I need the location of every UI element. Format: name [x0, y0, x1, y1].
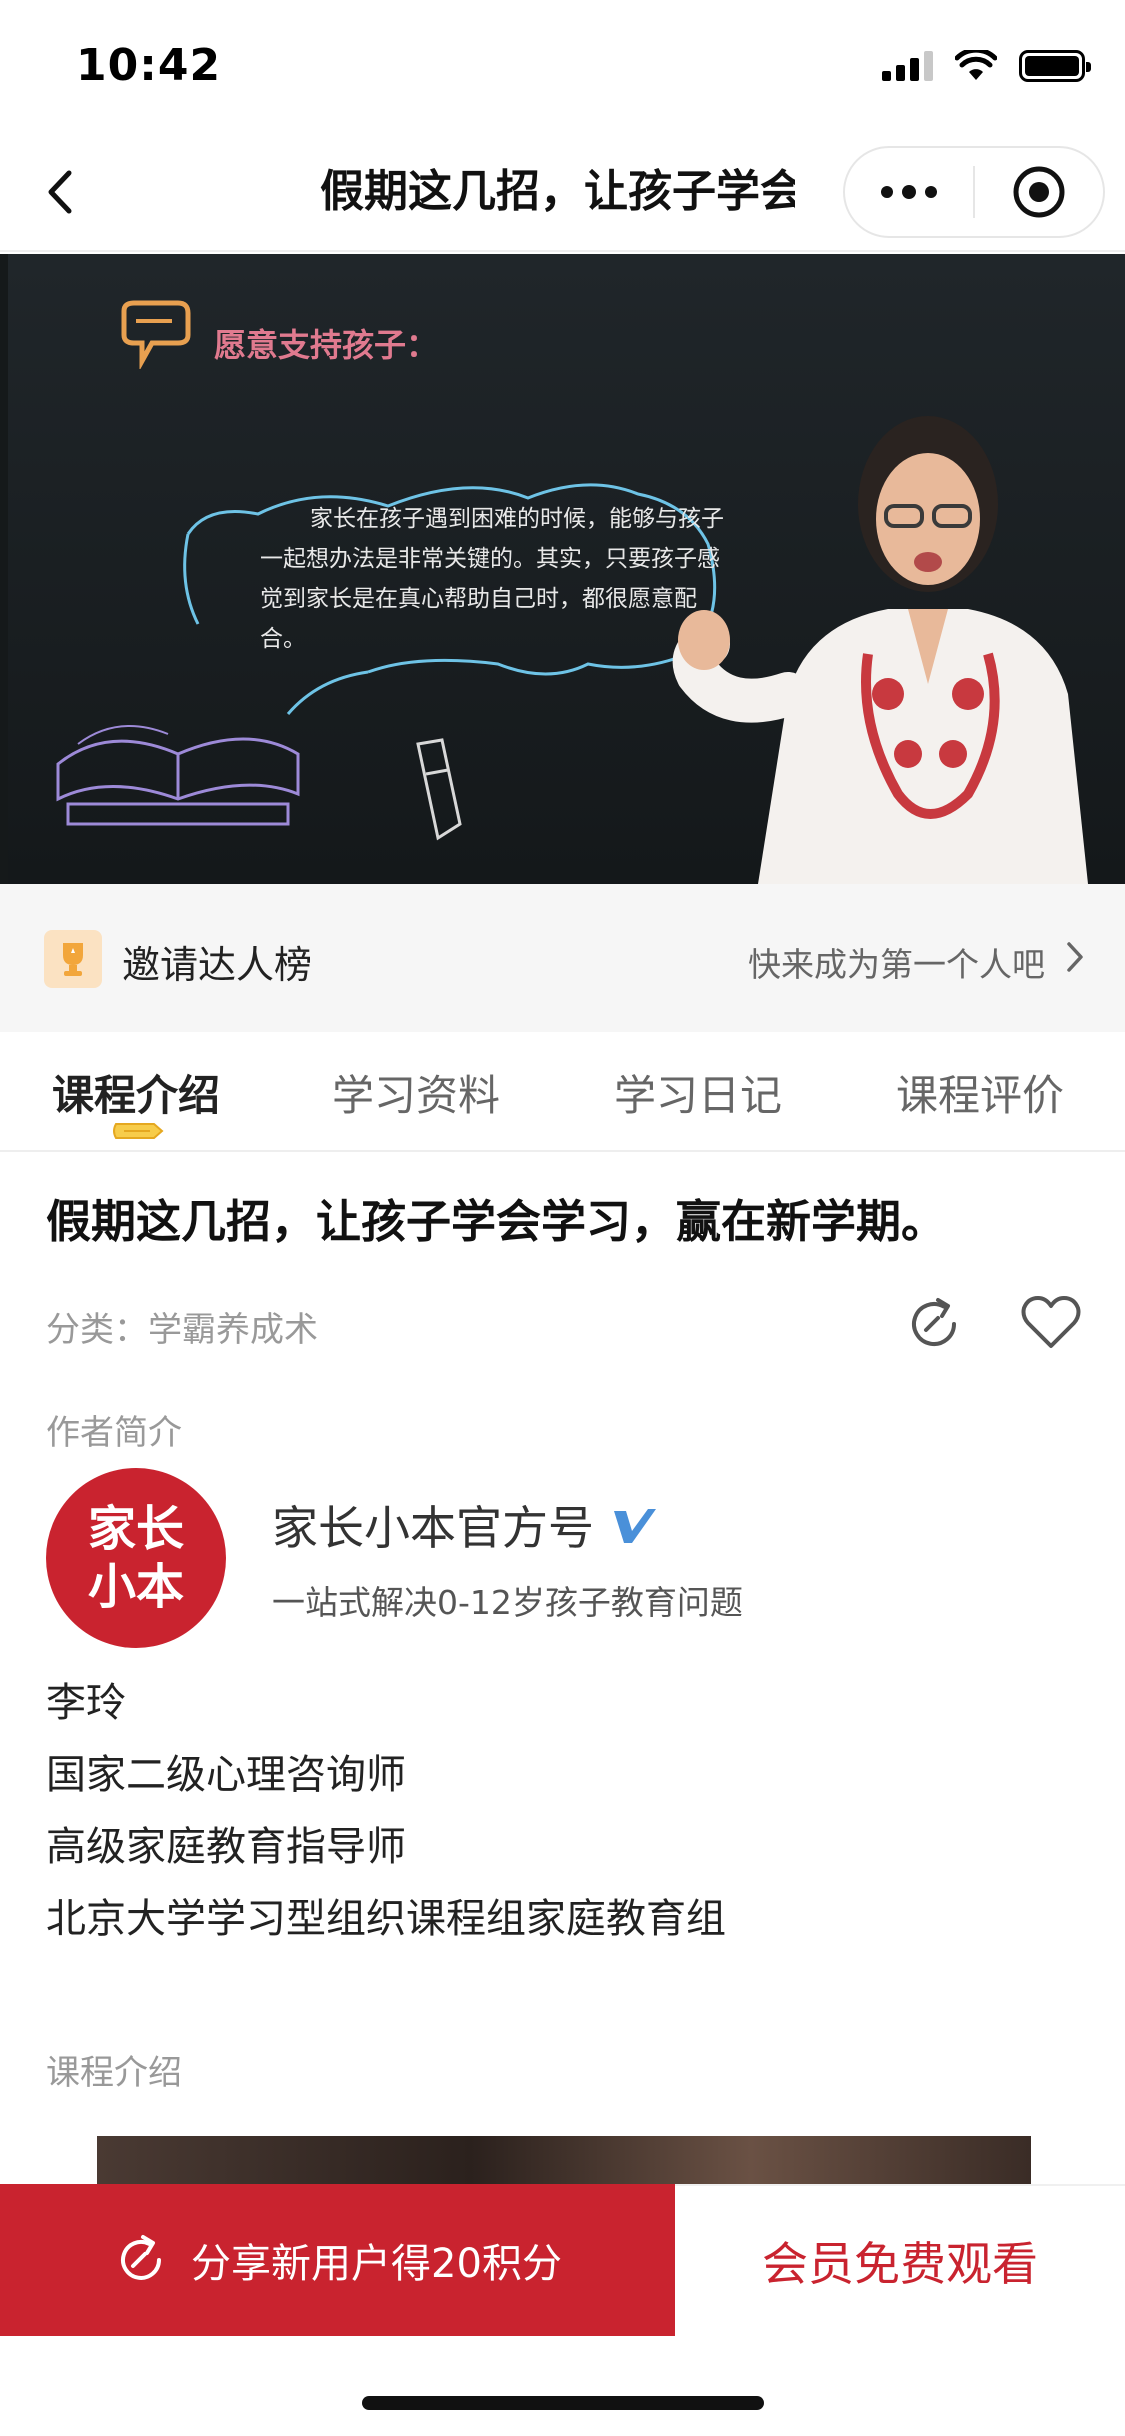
vip-watch-label: 会员免费观看 [762, 2237, 1038, 2291]
bio-line: 李玲 [46, 1680, 126, 1726]
chevron-right-icon [1067, 942, 1083, 972]
chevron-left-icon [48, 170, 72, 214]
course-title: 假期这几招，让孩子学会学习，赢在新学期。 [46, 1195, 947, 1248]
home-indicator [362, 2396, 764, 2410]
bio-line: 国家二级心理咨询师 [46, 1752, 406, 1798]
target-circle-icon [1013, 166, 1065, 218]
share-button-label: 分享新用户得20积分 [191, 2241, 562, 2287]
content-tabs: 课程介绍 学习资料 学习日记 课程评价 [0, 1032, 1125, 1152]
invite-ranking-link[interactable]: 快来成为第一个人吧 [748, 938, 1045, 986]
heart-icon[interactable] [1020, 1294, 1082, 1352]
course-intro-section-label: 课程介绍 [46, 2053, 182, 2093]
category-label: 分类： [46, 1310, 148, 1350]
page-title: 假期这几招，让孩子学会学习，赢在新学期。 [320, 166, 795, 217]
author-name-row[interactable]: 家长小本官方号 [272, 1492, 658, 1558]
speech-bubble-icon [121, 300, 191, 369]
tab-study-diary[interactable]: 学习日记 [614, 1062, 782, 1123]
board-heading: 愿意支持孩子： [214, 326, 439, 364]
share-button[interactable]: 分享新用户得20积分 [0, 2184, 675, 2336]
more-dots-icon [881, 185, 937, 199]
invite-ranking-bar[interactable]: 邀请达人榜 快来成为第一个人吧 [0, 884, 1125, 1032]
tab-active-indicator [113, 1123, 164, 1139]
wifi-icon [955, 50, 997, 80]
share-refresh-icon [121, 2235, 162, 2280]
mini-program-capsule [843, 146, 1105, 238]
battery-icon [1019, 50, 1091, 82]
tab-study-materials[interactable]: 学习资料 [332, 1062, 500, 1123]
avatar-text-line2: 小本 [87, 1559, 184, 1615]
books-drawing [56, 725, 300, 826]
cellular-signal-icon [882, 51, 933, 81]
tab-course-intro[interactable]: 课程介绍 [52, 1062, 220, 1123]
invite-ranking-title: 邀请达人榜 [122, 943, 313, 987]
video-frame: 愿意支持孩子： 家长在孩子遇到困难的时候，能够与孩子一起想办法是非常关键的。其实… [8, 254, 1125, 884]
trophy-icon [44, 930, 102, 988]
pen-drawing [416, 738, 462, 841]
verified-v-icon [614, 1509, 656, 1543]
bio-line: 北京大学学习型组织课程组家庭教育组 [46, 1896, 726, 1942]
vip-watch-button[interactable]: 会员免费观看 [675, 2184, 1125, 2336]
back-button[interactable] [30, 162, 90, 222]
status-bar: 10:42 [0, 0, 1125, 132]
author-description: 一站式解决0-12岁孩子教育问题 [272, 1583, 743, 1622]
tab-course-reviews[interactable]: 课程评价 [896, 1062, 1064, 1123]
nav-bar: 假期这几招，让孩子学会学习，赢在新学期。 [0, 132, 1125, 252]
video-player[interactable]: 愿意支持孩子： 家长在孩子遇到困难的时候，能够与孩子一起想办法是非常关键的。其实… [0, 254, 1125, 884]
share-icon[interactable] [904, 1294, 964, 1354]
bio-line: 高级家庭教育指导师 [46, 1824, 406, 1870]
teacher-figure [672, 416, 1088, 884]
close-button[interactable] [975, 148, 1103, 236]
category-value[interactable]: 学霸养成术 [148, 1310, 318, 1350]
avatar[interactable]: 家长 小本 [46, 1468, 226, 1648]
status-icons [882, 50, 1091, 82]
author-section-label: 作者简介 [46, 1413, 182, 1453]
author-name: 家长小本官方号 [272, 1501, 594, 1555]
avatar-text-line1: 家长 [87, 1501, 184, 1557]
more-button[interactable] [845, 148, 973, 236]
bottom-action-bar: 分享新用户得20积分 会员免费观看 [0, 2184, 1125, 2336]
course-category: 分类：学霸养成术 [46, 1302, 318, 1351]
status-time: 10:42 [76, 40, 222, 91]
